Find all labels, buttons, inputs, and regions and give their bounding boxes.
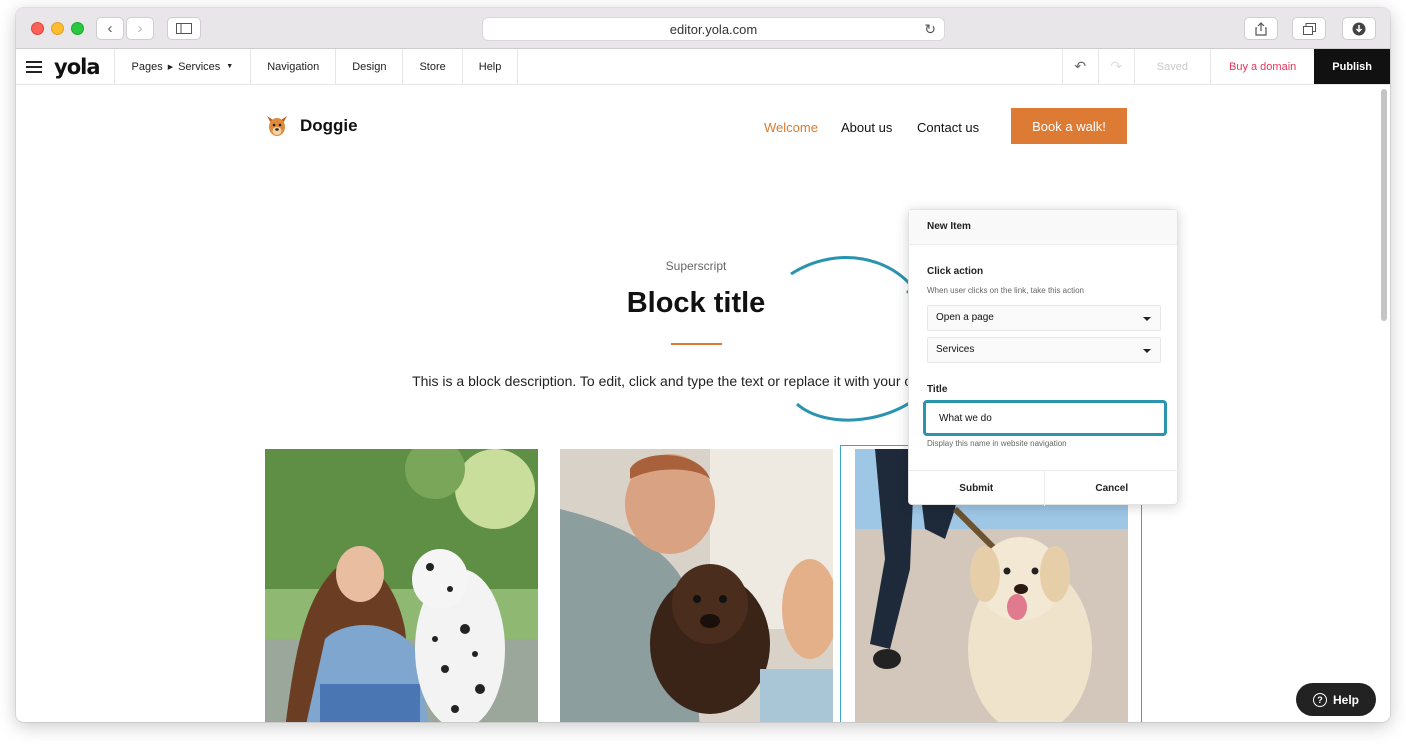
click-action-label: Click action: [927, 266, 984, 277]
share-button[interactable]: [1244, 17, 1278, 40]
back-button[interactable]: ‹: [96, 17, 124, 40]
redo-button[interactable]: ↷: [1097, 49, 1134, 84]
toolbar-right: ↶ ↷ Saved Buy a domain Publish: [1061, 49, 1390, 84]
undo-icon: ↶: [1074, 58, 1087, 74]
forward-button[interactable]: ›: [126, 17, 154, 40]
tabs-icon: [1302, 22, 1316, 35]
fullscreen-window-button[interactable]: [71, 22, 84, 35]
browser-titlebar: ‹ › editor.yola.com ↻: [16, 8, 1390, 49]
pages-dropdown[interactable]: Pages ▶ Services ▼: [115, 49, 252, 84]
block-description[interactable]: This is a block description. To edit, cl…: [406, 370, 986, 393]
buy-domain-button[interactable]: Buy a domain: [1210, 49, 1314, 84]
chevron-left-icon: ‹: [107, 20, 113, 37]
close-window-button[interactable]: [31, 22, 44, 35]
title-hint: Display this name in website navigation: [927, 439, 1067, 448]
woman-dalmatian-image: [265, 449, 538, 722]
title-input[interactable]: [923, 400, 1167, 436]
download-icon: [1352, 22, 1366, 35]
menu-store-label: Store: [419, 60, 446, 73]
menu-design-label: Design: [352, 60, 387, 73]
site-nav-welcome[interactable]: Welcome: [764, 120, 818, 135]
redo-icon: ↷: [1110, 58, 1123, 74]
action-select-value: Open a page: [936, 312, 994, 323]
tabs-overview-button[interactable]: [1292, 17, 1326, 40]
caret-down-icon: ▼: [226, 63, 234, 70]
menu-help-label: Help: [478, 60, 502, 73]
caret-down-icon: [1143, 317, 1151, 321]
block-title[interactable]: Block title: [496, 287, 896, 320]
caret-down-icon: [1143, 349, 1151, 353]
yola-logo: yola: [54, 54, 100, 79]
hamburger-menu-icon[interactable]: [26, 60, 42, 73]
site-nav-contact-us[interactable]: Contact us: [917, 120, 979, 135]
help-button[interactable]: ? Help: [1296, 683, 1376, 716]
menu-help[interactable]: Help: [463, 49, 519, 84]
menu-navigation-label: Navigation: [267, 60, 320, 73]
publish-button[interactable]: Publish: [1314, 49, 1390, 84]
cancel-button[interactable]: Cancel: [1043, 471, 1180, 506]
book-walk-button[interactable]: Book a walk!: [1011, 108, 1127, 144]
site-nav-about-us[interactable]: About us: [841, 120, 892, 135]
action-select[interactable]: Open a page: [927, 305, 1161, 331]
undo-button[interactable]: ↶: [1061, 49, 1098, 84]
saved-status: Saved: [1133, 49, 1210, 84]
title-divider: [671, 343, 722, 345]
site-name: Doggie: [300, 116, 358, 135]
photo-man-labrador[interactable]: [560, 449, 833, 722]
click-action-hint: When user clicks on the link, take this …: [927, 286, 1084, 295]
sidebar-icon: [176, 23, 192, 34]
site-logo[interactable]: Doggie: [264, 113, 358, 139]
minimize-window-button[interactable]: [51, 22, 64, 35]
current-page-label: Services: [178, 60, 221, 73]
page-select[interactable]: Services: [927, 337, 1161, 363]
editor-toolbar: yola Pages ▶ Services ▼ Navigation Desig…: [16, 49, 1390, 85]
vertical-scrollbar[interactable]: [1381, 89, 1387, 321]
block-superscript[interactable]: Superscript: [596, 259, 796, 273]
dialog-footer: Submit Cancel: [909, 470, 1179, 506]
submit-button[interactable]: Submit: [909, 471, 1044, 506]
logo-cell: yola: [16, 49, 115, 84]
address-bar[interactable]: editor.yola.com ↻: [482, 17, 945, 41]
pages-label: Pages: [131, 60, 163, 73]
share-icon: [1255, 21, 1267, 36]
question-icon: ?: [1312, 692, 1327, 707]
help-label: Help: [1332, 692, 1359, 707]
reload-icon[interactable]: ↻: [924, 21, 936, 38]
page-select-value: Services: [936, 344, 975, 355]
title-label: Title: [927, 384, 948, 395]
chevron-right-icon: ›: [137, 20, 143, 37]
sidebar-toggle-button[interactable]: [167, 17, 201, 40]
menu-navigation[interactable]: Navigation: [251, 49, 337, 84]
new-item-dialog: New Item Click action When user clicks o…: [908, 209, 1179, 506]
browser-window: ‹ › editor.yola.com ↻ yola Pages ▶ Servi…: [16, 8, 1390, 722]
menu-design[interactable]: Design: [336, 49, 404, 84]
man-labrador-image: [560, 449, 833, 722]
dog-logo-icon: [267, 116, 287, 136]
url-text: editor.yola.com: [669, 21, 758, 37]
dialog-title: New Item: [909, 210, 1177, 245]
downloads-button[interactable]: [1342, 17, 1376, 40]
breadcrumb-arrow-icon: ▶: [167, 63, 174, 71]
photo-woman-dalmatian[interactable]: [265, 449, 538, 722]
site-canvas: Doggie Welcome About us Contact us Book …: [16, 85, 1390, 722]
menu-store[interactable]: Store: [403, 49, 463, 84]
